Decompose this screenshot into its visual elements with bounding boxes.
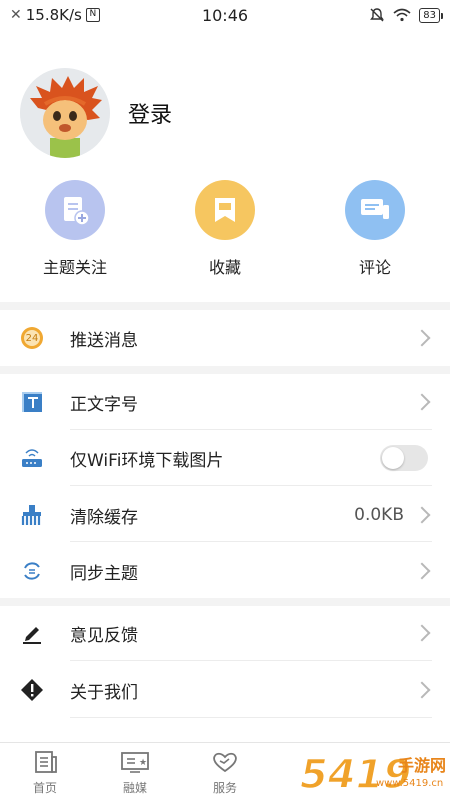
comments-label: 评论 bbox=[358, 258, 391, 277]
media-icon: ★ bbox=[105, 749, 165, 775]
status-bar: ✕ 15.8K/s N 10:46 83 bbox=[0, 0, 450, 30]
site-watermark: 5419 手游网 www.5419.cn bbox=[298, 744, 448, 800]
chevron-right-icon bbox=[413, 681, 431, 699]
push-badge-count: 24 bbox=[25, 332, 39, 344]
watermark-site-name: 手游网 bbox=[398, 756, 447, 775]
tab-service-label: 服务 bbox=[212, 781, 237, 795]
feedback-row[interactable]: 意见反馈 bbox=[0, 605, 450, 661]
tab-media-label: 融媒 bbox=[122, 781, 147, 795]
login-link[interactable]: 登录 bbox=[128, 97, 172, 129]
info-diamond-icon bbox=[20, 678, 44, 702]
about-label: 关于我们 bbox=[70, 682, 138, 703]
watermark-domain: www.5419.cn bbox=[376, 778, 444, 789]
chevron-right-icon bbox=[413, 562, 431, 580]
topic-follow-button[interactable]: 主题关注 bbox=[15, 180, 135, 278]
tab-media[interactable]: ★ 融媒 bbox=[105, 749, 165, 796]
wifi-images-toggle[interactable] bbox=[380, 445, 428, 471]
tab-home[interactable]: 首页 bbox=[15, 749, 75, 796]
battery-indicator: 83 bbox=[419, 7, 443, 23]
about-row[interactable]: 关于我们 bbox=[0, 662, 450, 718]
topic-follow-icon bbox=[45, 180, 105, 240]
font-size-row[interactable]: 正文字号 bbox=[0, 374, 450, 430]
push-messages-label: 推送消息 bbox=[70, 330, 138, 351]
svg-text:5419: 5419 bbox=[300, 752, 411, 798]
service-heart-icon bbox=[195, 749, 255, 775]
clear-cache-label: 清除缓存 bbox=[70, 507, 138, 528]
wifi-images-label: 仅WiFi环境下载图片 bbox=[70, 450, 224, 471]
comments-icon bbox=[345, 180, 405, 240]
status-time: 10:46 bbox=[201, 5, 249, 25]
clear-cache-row[interactable]: 清除缓存 0.0KB bbox=[0, 487, 450, 543]
status-left: ✕ 15.8K/s N bbox=[10, 6, 160, 24]
section-divider bbox=[0, 366, 450, 374]
pencil-icon bbox=[20, 621, 44, 645]
chevron-right-icon bbox=[413, 329, 431, 347]
chevron-right-icon bbox=[413, 506, 431, 524]
row-separator bbox=[70, 485, 432, 486]
profile-header[interactable]: 登录 bbox=[20, 68, 172, 158]
push-badge-icon: 24 bbox=[20, 326, 44, 350]
status-right: 83 bbox=[290, 7, 443, 23]
nfc-icon: N bbox=[85, 8, 100, 22]
text-size-icon bbox=[20, 390, 44, 414]
cache-size-value: 0.0KB bbox=[354, 505, 404, 525]
sync-topics-row[interactable]: 同步主题 bbox=[0, 543, 450, 599]
wifi-images-row: 仅WiFi环境下载图片 bbox=[0, 430, 450, 486]
push-messages-row[interactable]: 24 推送消息 bbox=[0, 310, 450, 366]
font-size-label: 正文字号 bbox=[70, 394, 138, 415]
mascot-avatar-icon bbox=[20, 68, 110, 158]
avatar[interactable] bbox=[20, 68, 110, 158]
sync-topics-label: 同步主题 bbox=[70, 563, 138, 584]
sync-icon bbox=[20, 559, 44, 583]
tab-service[interactable]: 服务 bbox=[195, 749, 255, 796]
chevron-right-icon bbox=[413, 624, 431, 642]
svg-text:★: ★ bbox=[139, 758, 147, 768]
broom-icon bbox=[20, 503, 44, 527]
close-notification-icon: ✕ bbox=[10, 7, 22, 23]
wifi-icon bbox=[393, 8, 411, 22]
row-separator bbox=[70, 541, 432, 542]
row-separator bbox=[70, 660, 432, 661]
feedback-label: 意见反馈 bbox=[70, 625, 138, 646]
quick-actions: 主题关注 收藏 评论 bbox=[0, 180, 450, 280]
mute-bell-icon bbox=[370, 8, 385, 22]
router-icon bbox=[20, 446, 44, 470]
section-divider bbox=[0, 302, 450, 310]
toggle-knob bbox=[382, 447, 404, 469]
row-separator bbox=[70, 717, 432, 718]
home-news-icon bbox=[15, 749, 75, 775]
favorites-icon bbox=[195, 180, 255, 240]
topic-follow-label: 主题关注 bbox=[42, 258, 107, 277]
favorites-button[interactable]: 收藏 bbox=[165, 180, 285, 278]
chevron-right-icon bbox=[413, 393, 431, 411]
comments-button[interactable]: 评论 bbox=[315, 180, 435, 278]
network-speed: 15.8K/s bbox=[25, 6, 82, 24]
favorites-label: 收藏 bbox=[208, 258, 241, 277]
tab-home-label: 首页 bbox=[32, 781, 57, 795]
